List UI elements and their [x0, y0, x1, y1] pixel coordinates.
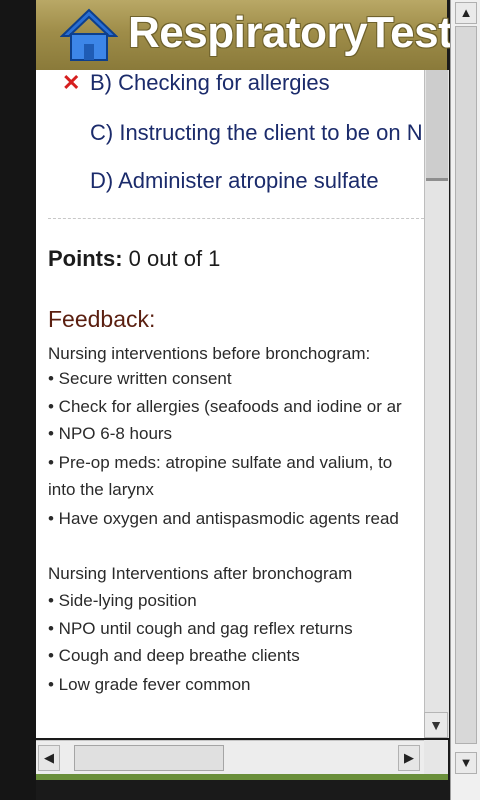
feedback-line: • Secure written consent	[48, 369, 232, 388]
scroll-left-arrow-icon[interactable]: ◀	[38, 745, 60, 771]
feedback-line: Nursing interventions before bronchogram…	[48, 344, 371, 363]
feedback-line: • Have oxygen and antispasmodic agents r…	[48, 509, 399, 528]
outer-scroll-thumb[interactable]	[455, 26, 477, 744]
answer-option-d[interactable]: D) Administer atropine sulfate	[90, 168, 379, 194]
horizontal-scrollbar[interactable]: ◀ ▶	[36, 740, 424, 775]
feedback-line: • Low grade fever common	[48, 675, 251, 694]
answer-option-c[interactable]: C) Instructing the client to be on NPO	[90, 120, 424, 146]
feedback-line: • NPO 6-8 hours	[48, 424, 173, 443]
feedback-line: • Pre-op meds: atropine sulfate and vali…	[48, 453, 393, 472]
horizontal-scroll-thumb[interactable]	[74, 745, 224, 771]
content-vertical-scrollbar[interactable]	[424, 70, 449, 738]
wrong-x-icon: ✕	[62, 70, 81, 95]
vertical-scroll-thumb[interactable]	[426, 70, 448, 181]
outer-scroll-down-arrow-icon[interactable]: ▼	[455, 752, 477, 774]
answer-option-b[interactable]: B) Checking for allergies	[90, 70, 330, 96]
home-icon[interactable]	[59, 6, 119, 64]
points-label: Points:	[48, 246, 123, 271]
outer-scroll-up-arrow-icon[interactable]: ▲	[455, 2, 477, 24]
app-title: RespiratoryTest	[128, 8, 453, 57]
feedback-line: • NPO until cough and gag reflex returns	[48, 619, 353, 638]
answer-text: C) Instructing the client to be on NPO	[90, 120, 424, 145]
bottom-strip	[36, 774, 448, 780]
feedback-line: into the larynx	[48, 480, 154, 499]
left-frame	[0, 0, 36, 800]
feedback-line: Nursing Interventions after bronchogram	[48, 564, 353, 583]
feedback-line: • Cough and deep breathe clients	[48, 646, 300, 665]
answer-text: D) Administer atropine sulfate	[90, 168, 379, 193]
scroll-right-arrow-icon[interactable]: ▶	[398, 745, 420, 771]
app-header: RespiratoryTest	[36, 0, 453, 72]
points-value: 0 out of 1	[122, 246, 221, 271]
scrollbar-corner	[424, 740, 448, 774]
feedback-line: • Check for allergies (seafoods and iodi…	[48, 397, 402, 416]
scroll-down-arrow-icon[interactable]: ▼	[424, 712, 448, 738]
section-divider	[48, 218, 424, 219]
feedback-line: • Side-lying position	[48, 591, 197, 610]
feedback-title: Feedback:	[48, 306, 156, 332]
question-content: B) Checking for allergies ✕ C) Instructi…	[36, 70, 424, 738]
answer-text: B) Checking for allergies	[90, 70, 330, 95]
outer-vertical-scrollbar[interactable]: ▲ ▼	[450, 0, 480, 800]
points-summary: Points: 0 out of 1	[48, 246, 220, 272]
